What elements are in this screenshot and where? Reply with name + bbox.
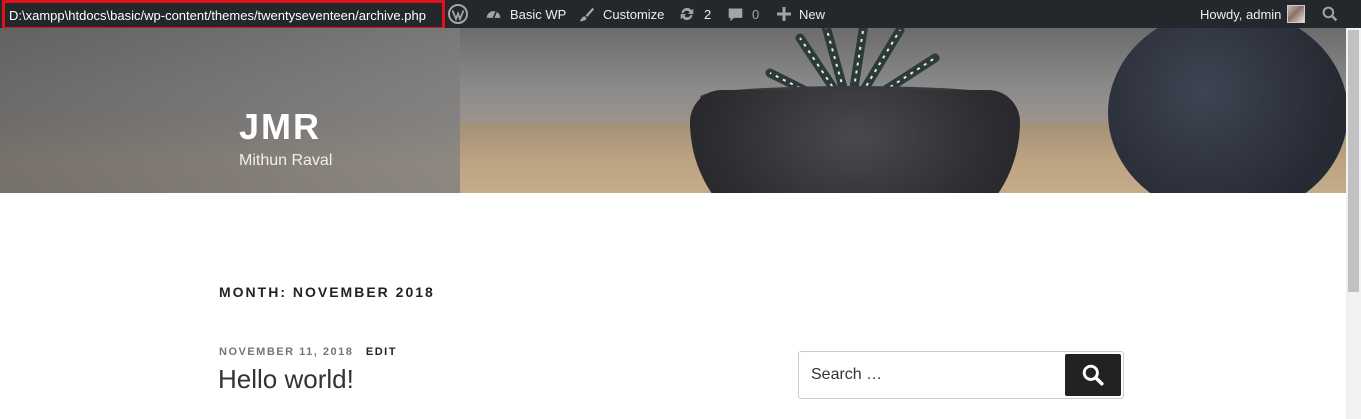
header-dark-sphere — [1108, 28, 1346, 193]
updates-count: 2 — [704, 6, 712, 22]
customize-link[interactable]: Customize — [578, 0, 664, 28]
site-title[interactable]: JMR — [239, 106, 321, 148]
admin-search-button[interactable] — [1322, 0, 1338, 28]
search-icon — [1322, 6, 1338, 22]
entry-meta: NOVEMBER 11, 2018 EDIT — [219, 346, 397, 358]
search-icon — [1082, 364, 1104, 386]
post-date-link[interactable]: NOVEMBER 11, 2018 — [219, 346, 353, 358]
edit-post-link[interactable]: EDIT — [366, 346, 397, 358]
greeting-label: Howdy, admin — [1200, 6, 1282, 22]
plus-icon — [777, 7, 791, 21]
comments-link[interactable]: 0 — [727, 0, 759, 28]
search-form — [798, 351, 1124, 399]
search-submit-button[interactable] — [1065, 354, 1121, 396]
comments-count: 0 — [752, 6, 760, 22]
archive-title: MONTH: NOVEMBER 2018 — [219, 284, 435, 300]
post-title-link[interactable]: Hello world! — [218, 364, 354, 395]
page-scrollbar[interactable] — [1346, 28, 1361, 419]
updates-icon — [680, 7, 694, 21]
file-path-highlight: D:\xampp\htdocs\basic/wp-content/themes/… — [2, 0, 445, 30]
avatar — [1287, 5, 1306, 23]
wordpress-icon — [448, 4, 468, 24]
site-description: Mithun Raval — [239, 152, 333, 169]
admin-bar: D:\xampp\htdocs\basic/wp-content/themes/… — [0, 0, 1361, 30]
search-input[interactable] — [799, 352, 1065, 398]
comment-icon — [728, 8, 743, 21]
dashboard-icon — [486, 10, 501, 18]
wp-logo-menu[interactable] — [448, 0, 468, 28]
brush-icon — [579, 7, 595, 21]
scrollbar-thumb[interactable] — [1348, 30, 1359, 292]
new-content-menu[interactable]: New — [777, 0, 825, 28]
my-account-menu[interactable]: Howdy, admin — [1200, 0, 1306, 28]
new-label: New — [799, 6, 826, 22]
site-header: JMR Mithun Raval — [0, 28, 1346, 193]
site-name-label: Basic WP — [510, 6, 567, 22]
updates-link[interactable]: 2 — [678, 0, 711, 28]
header-background — [0, 28, 460, 193]
site-name-menu[interactable]: Basic WP — [485, 0, 566, 28]
pot-image — [690, 90, 1020, 193]
customize-label: Customize — [603, 6, 665, 22]
